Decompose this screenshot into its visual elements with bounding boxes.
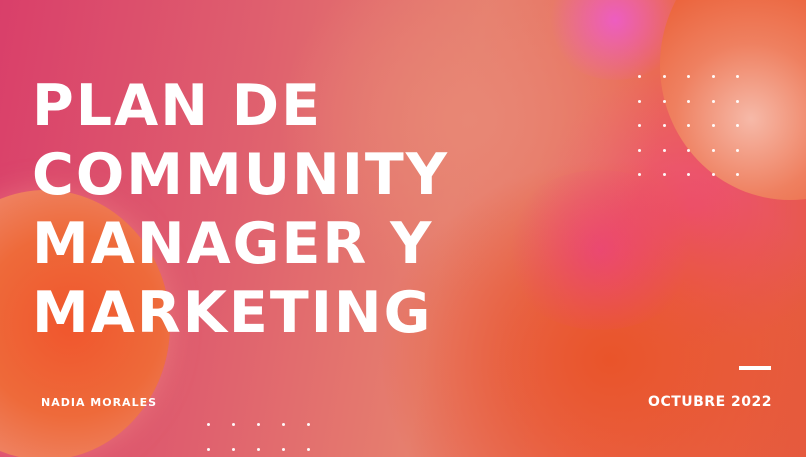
dot bbox=[711, 99, 715, 103]
dot bbox=[687, 148, 690, 152]
dot bbox=[736, 124, 739, 127]
title-line: MANAGER Y bbox=[32, 211, 434, 277]
slide-title: PLAN DE COMMUNITY MANAGER Y MARKETING bbox=[32, 72, 449, 348]
dot bbox=[307, 423, 310, 426]
dot bbox=[736, 99, 739, 103]
dot bbox=[638, 148, 641, 152]
orange-circle-decoration bbox=[660, 0, 806, 200]
title-line: PLAN DE bbox=[32, 73, 323, 139]
dot bbox=[638, 173, 641, 176]
dot bbox=[207, 448, 210, 451]
dot bbox=[687, 99, 690, 103]
title-line: COMMUNITY bbox=[32, 142, 450, 208]
dot bbox=[662, 99, 666, 103]
dot bbox=[207, 423, 210, 426]
dot bbox=[662, 173, 666, 176]
dot bbox=[638, 99, 641, 103]
dot bbox=[736, 75, 739, 78]
pink-glow-decoration bbox=[500, 170, 700, 330]
dot bbox=[736, 148, 739, 152]
dot bbox=[687, 75, 690, 78]
dot bbox=[711, 75, 715, 78]
dot bbox=[711, 148, 715, 152]
dot bbox=[232, 448, 235, 451]
title-line: MARKETING bbox=[32, 280, 433, 346]
dot bbox=[687, 173, 690, 176]
dot bbox=[307, 448, 310, 451]
dot bbox=[736, 173, 739, 176]
dot bbox=[638, 124, 641, 127]
dot bbox=[257, 448, 260, 451]
dot bbox=[282, 448, 285, 451]
dot bbox=[711, 124, 715, 127]
accent-bar bbox=[739, 366, 771, 370]
dot bbox=[662, 75, 666, 78]
dot bbox=[662, 148, 666, 152]
dot bbox=[711, 173, 715, 176]
dot bbox=[232, 423, 235, 426]
title-slide: PLAN DE COMMUNITY MANAGER Y MARKETING NA… bbox=[0, 0, 806, 457]
dot bbox=[662, 124, 666, 127]
presentation-date: OCTUBRE 2022 bbox=[648, 394, 772, 410]
dot bbox=[638, 75, 641, 78]
dot bbox=[687, 124, 690, 127]
author-name: NADIA MORALES bbox=[41, 396, 158, 409]
dot bbox=[282, 423, 285, 426]
dot bbox=[257, 423, 260, 426]
